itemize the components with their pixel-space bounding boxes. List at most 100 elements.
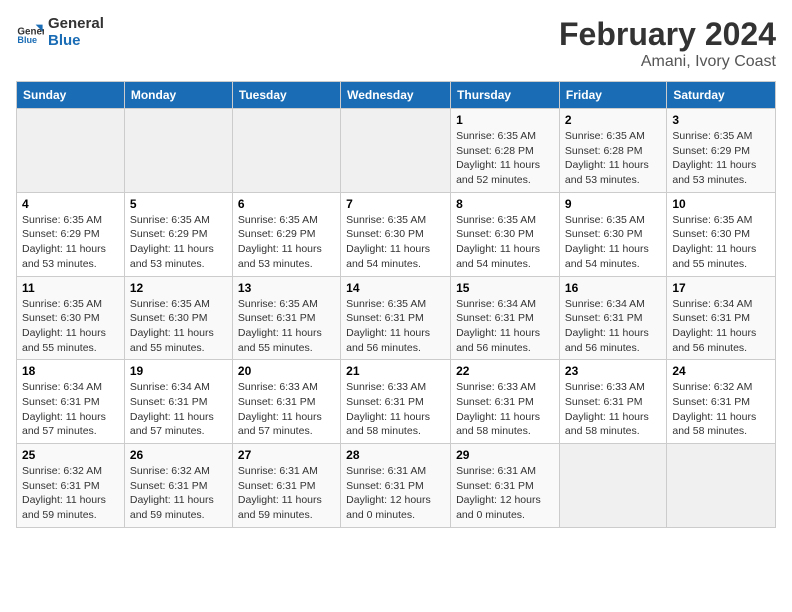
calendar-cell-w4-d2: 27Sunrise: 6:31 AM Sunset: 6:31 PM Dayli…: [232, 444, 340, 528]
day-number: 18: [22, 364, 119, 378]
calendar-cell-w2-d3: 14Sunrise: 6:35 AM Sunset: 6:31 PM Dayli…: [341, 276, 451, 360]
day-info: Sunrise: 6:35 AM Sunset: 6:28 PM Dayligh…: [565, 129, 661, 188]
day-number: 1: [456, 113, 554, 127]
calendar-cell-w2-d1: 12 Sunrise: 6:35 AM Sunset: 6:30 PM Dayli…: [124, 276, 232, 360]
day-number: 21: [346, 364, 445, 378]
day-number: 12: [130, 281, 227, 295]
day-number: 4: [22, 197, 119, 211]
day-number: 13: [238, 281, 335, 295]
page-title: February 2024: [559, 16, 776, 53]
calendar-cell-w2-d0: 11Sunrise: 6:35 AM Sunset: 6:30 PM Dayli…: [17, 276, 125, 360]
day-number: 9: [565, 197, 661, 211]
calendar-cell-w0-d0: [17, 109, 125, 193]
col-header-wednesday: Wednesday: [341, 82, 451, 109]
day-info: Sunrise: 6:34 AM Sunset: 6:31 PM Dayligh…: [456, 297, 554, 356]
calendar-cell-w0-d1: [124, 109, 232, 193]
calendar-cell-w1-d5: 9 Sunrise: 6:35 AM Sunset: 6:30 PM Daylig…: [559, 192, 666, 276]
day-number: 2: [565, 113, 661, 127]
calendar-cell-w3-d4: 22 Sunrise: 6:33 AM Sunset: 6:31 PM Dayli…: [451, 360, 560, 444]
page-subtitle: Amani, Ivory Coast: [559, 53, 776, 71]
col-header-saturday: Saturday: [667, 82, 776, 109]
calendar-cell-w3-d1: 19Sunrise: 6:34 AM Sunset: 6:31 PM Dayli…: [124, 360, 232, 444]
calendar-cell-w1-d1: 5 Sunrise: 6:35 AM Sunset: 6:29 PM Daylig…: [124, 192, 232, 276]
title-block: February 2024 Amani, Ivory Coast: [559, 16, 776, 71]
col-header-tuesday: Tuesday: [232, 82, 340, 109]
day-info: Sunrise: 6:34 AM Sunset: 6:31 PM Dayligh…: [672, 297, 770, 356]
day-info: Sunrise: 6:34 AM Sunset: 6:31 PM Dayligh…: [130, 380, 227, 439]
calendar-cell-w1-d4: 8 Sunrise: 6:35 AM Sunset: 6:30 PM Daylig…: [451, 192, 560, 276]
calendar-cell-w4-d6: [667, 444, 776, 528]
svg-text:Blue: Blue: [17, 34, 37, 44]
day-number: 22: [456, 364, 554, 378]
day-number: 24: [672, 364, 770, 378]
day-info: Sunrise: 6:35 AM Sunset: 6:29 PM Dayligh…: [238, 213, 335, 272]
day-number: 26: [130, 448, 227, 462]
day-info: Sunrise: 6:35 AM Sunset: 6:29 PM Dayligh…: [22, 213, 119, 272]
day-number: 20: [238, 364, 335, 378]
day-number: 8: [456, 197, 554, 211]
day-info: Sunrise: 6:35 AM Sunset: 6:29 PM Dayligh…: [672, 129, 770, 188]
day-info: Sunrise: 6:32 AM Sunset: 6:31 PM Dayligh…: [672, 380, 770, 439]
day-info: Sunrise: 6:35 AM Sunset: 6:29 PM Dayligh…: [130, 213, 227, 272]
day-info: Sunrise: 6:35 AM Sunset: 6:28 PM Dayligh…: [456, 129, 554, 188]
day-info: Sunrise: 6:31 AM Sunset: 6:31 PM Dayligh…: [346, 464, 445, 523]
day-info: Sunrise: 6:35 AM Sunset: 6:30 PM Dayligh…: [456, 213, 554, 272]
col-header-sunday: Sunday: [17, 82, 125, 109]
calendar-cell-w1-d2: 6Sunrise: 6:35 AM Sunset: 6:29 PM Daylig…: [232, 192, 340, 276]
day-info: Sunrise: 6:32 AM Sunset: 6:31 PM Dayligh…: [130, 464, 227, 523]
day-number: 10: [672, 197, 770, 211]
calendar-cell-w4-d0: 25Sunrise: 6:32 AM Sunset: 6:31 PM Dayli…: [17, 444, 125, 528]
col-header-friday: Friday: [559, 82, 666, 109]
calendar-cell-w2-d5: 16 Sunrise: 6:34 AM Sunset: 6:31 PM Dayli…: [559, 276, 666, 360]
day-number: 23: [565, 364, 661, 378]
day-number: 29: [456, 448, 554, 462]
calendar-cell-w0-d2: [232, 109, 340, 193]
col-header-thursday: Thursday: [451, 82, 560, 109]
day-info: Sunrise: 6:35 AM Sunset: 6:30 PM Dayligh…: [130, 297, 227, 356]
calendar-cell-w4-d3: 28 Sunrise: 6:31 AM Sunset: 6:31 PM Dayli…: [341, 444, 451, 528]
calendar-cell-w3-d3: 21Sunrise: 6:33 AM Sunset: 6:31 PM Dayli…: [341, 360, 451, 444]
day-number: 14: [346, 281, 445, 295]
day-number: 3: [672, 113, 770, 127]
day-number: 5: [130, 197, 227, 211]
day-number: 17: [672, 281, 770, 295]
calendar-cell-w0-d5: 2 Sunrise: 6:35 AM Sunset: 6:28 PM Daylig…: [559, 109, 666, 193]
day-info: Sunrise: 6:34 AM Sunset: 6:31 PM Dayligh…: [565, 297, 661, 356]
day-info: Sunrise: 6:35 AM Sunset: 6:31 PM Dayligh…: [238, 297, 335, 356]
calendar-cell-w2-d4: 15 Sunrise: 6:34 AM Sunset: 6:31 PM Dayli…: [451, 276, 560, 360]
day-info: Sunrise: 6:35 AM Sunset: 6:30 PM Dayligh…: [565, 213, 661, 272]
calendar-cell-w3-d6: 24 Sunrise: 6:32 AM Sunset: 6:31 PM Dayli…: [667, 360, 776, 444]
day-info: Sunrise: 6:33 AM Sunset: 6:31 PM Dayligh…: [565, 380, 661, 439]
day-info: Sunrise: 6:31 AM Sunset: 6:31 PM Dayligh…: [238, 464, 335, 523]
day-info: Sunrise: 6:35 AM Sunset: 6:30 PM Dayligh…: [346, 213, 445, 272]
calendar-cell-w1-d3: 7 Sunrise: 6:35 AM Sunset: 6:30 PM Daylig…: [341, 192, 451, 276]
day-number: 28: [346, 448, 445, 462]
day-info: Sunrise: 6:35 AM Sunset: 6:30 PM Dayligh…: [22, 297, 119, 356]
calendar-cell-w0-d4: 1 Sunrise: 6:35 AM Sunset: 6:28 PM Daylig…: [451, 109, 560, 193]
logo-blue: Blue: [48, 33, 104, 50]
calendar-cell-w3-d0: 18Sunrise: 6:34 AM Sunset: 6:31 PM Dayli…: [17, 360, 125, 444]
calendar-cell-w4-d1: 26 Sunrise: 6:32 AM Sunset: 6:31 PM Dayli…: [124, 444, 232, 528]
day-number: 7: [346, 197, 445, 211]
logo-general: General: [48, 16, 104, 33]
calendar-cell-w3-d5: 23 Sunrise: 6:33 AM Sunset: 6:31 PM Dayli…: [559, 360, 666, 444]
page-header: General Blue General Blue February 2024 …: [16, 16, 776, 71]
day-info: Sunrise: 6:35 AM Sunset: 6:30 PM Dayligh…: [672, 213, 770, 272]
day-number: 15: [456, 281, 554, 295]
calendar-cell-w0-d6: 3 Sunrise: 6:35 AM Sunset: 6:29 PM Daylig…: [667, 109, 776, 193]
calendar-cell-w1-d0: 4 Sunrise: 6:35 AM Sunset: 6:29 PM Daylig…: [17, 192, 125, 276]
calendar-cell-w2-d6: 17 Sunrise: 6:34 AM Sunset: 6:31 PM Dayli…: [667, 276, 776, 360]
logo: General Blue General Blue: [16, 16, 104, 49]
logo-icon: General Blue: [16, 19, 44, 47]
day-info: Sunrise: 6:33 AM Sunset: 6:31 PM Dayligh…: [456, 380, 554, 439]
calendar-cell-w1-d6: 10 Sunrise: 6:35 AM Sunset: 6:30 PM Dayli…: [667, 192, 776, 276]
col-header-monday: Monday: [124, 82, 232, 109]
calendar-cell-w3-d2: 20 Sunrise: 6:33 AM Sunset: 6:31 PM Dayli…: [232, 360, 340, 444]
day-info: Sunrise: 6:33 AM Sunset: 6:31 PM Dayligh…: [238, 380, 335, 439]
day-info: Sunrise: 6:32 AM Sunset: 6:31 PM Dayligh…: [22, 464, 119, 523]
day-number: 16: [565, 281, 661, 295]
day-info: Sunrise: 6:31 AM Sunset: 6:31 PM Dayligh…: [456, 464, 554, 523]
calendar-cell-w0-d3: [341, 109, 451, 193]
calendar-table: SundayMondayTuesdayWednesdayThursdayFrid…: [16, 81, 776, 528]
calendar-cell-w2-d2: 13 Sunrise: 6:35 AM Sunset: 6:31 PM Dayli…: [232, 276, 340, 360]
